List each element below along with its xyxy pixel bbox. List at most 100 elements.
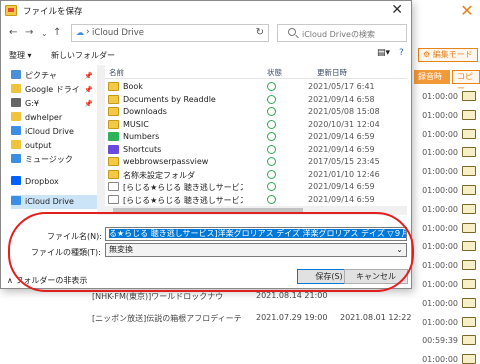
folder-icon bbox=[11, 126, 21, 135]
file-row[interactable]: Numbers 2021/09/14 6:59 bbox=[105, 131, 407, 144]
sidebar-item[interactable]: iCloud Drive bbox=[11, 195, 99, 209]
rec-time-cell: 01:00:00 bbox=[422, 110, 458, 120]
file-row[interactable]: 名称未設定フォルダ 2021/01/10 12:46 bbox=[105, 169, 407, 182]
sidebar-item[interactable]: iCloud Drive bbox=[11, 125, 99, 139]
sync-status-icon bbox=[267, 182, 276, 191]
folder-icon[interactable] bbox=[462, 279, 476, 289]
rec-time-cell: 01:00:00 bbox=[422, 261, 458, 271]
folder-icon[interactable] bbox=[462, 222, 476, 233]
chevron-down-icon[interactable]: ⌄ bbox=[41, 29, 48, 38]
folder-icon bbox=[11, 84, 21, 93]
sync-status-icon bbox=[267, 169, 276, 179]
highlight-annotation bbox=[8, 212, 414, 292]
file-date: 2021/09/14 6:59 bbox=[308, 144, 375, 154]
folder-icon[interactable] bbox=[462, 147, 476, 158]
rec-time-cell: 01:00:00 bbox=[422, 223, 458, 233]
pin-icon: 📌 bbox=[84, 72, 93, 80]
pin-icon: 📌 bbox=[84, 100, 93, 108]
address-bar[interactable]: ☁ › iCloud Drive ↻ bbox=[71, 24, 269, 42]
gear-icon: ⚙ bbox=[423, 50, 431, 59]
sidebar-item[interactable]: output bbox=[11, 139, 99, 153]
sync-status-icon bbox=[267, 144, 276, 154]
close-icon[interactable]: ✕ bbox=[391, 2, 403, 18]
folder-icon[interactable] bbox=[462, 109, 476, 120]
file-row[interactable]: MUSIC 2020/10/31 12:04 bbox=[105, 119, 407, 132]
folder-icon[interactable] bbox=[462, 297, 476, 308]
folder-icon[interactable] bbox=[462, 128, 476, 139]
folder-icon bbox=[11, 154, 21, 163]
organize-button[interactable]: 整理 ▾ bbox=[9, 50, 32, 61]
sidebar-item[interactable]: ミュージック bbox=[11, 153, 99, 167]
sync-status-icon bbox=[267, 82, 276, 91]
folder-icon[interactable] bbox=[462, 91, 476, 101]
folder-icon[interactable] bbox=[462, 166, 476, 177]
sidebar-item[interactable]: Dropbox bbox=[11, 175, 99, 189]
file-row[interactable]: Book 2021/05/17 6:41 bbox=[105, 81, 407, 94]
folder-icon[interactable] bbox=[462, 185, 476, 195]
search-input[interactable]: iCloud Driveの検索 bbox=[277, 24, 407, 42]
sidebar-item[interactable]: dwhelper bbox=[11, 111, 99, 125]
refresh-icon[interactable]: ↻ bbox=[256, 27, 264, 38]
sidebar-item[interactable]: Google ドライ 📌 bbox=[11, 83, 99, 97]
file-name: Documents by Readdle bbox=[123, 94, 216, 104]
up-icon[interactable]: ↑ bbox=[53, 27, 61, 38]
file-name: Downloads bbox=[123, 107, 167, 116]
file-row[interactable]: webbrowserpassview 2017/05/15 23:45 bbox=[105, 156, 407, 169]
new-folder-button[interactable]: 新しいフォルダー bbox=[51, 50, 115, 61]
collapse-icon: ∧ bbox=[7, 276, 13, 285]
column-modified[interactable]: 更新日時 bbox=[317, 67, 347, 78]
column-name[interactable]: 名前 bbox=[109, 67, 124, 78]
sync-status-icon bbox=[267, 119, 276, 129]
file-row[interactable]: [らじる★らじる 聴き逃しサービス]ワールドロック... 2021/09/14 6… bbox=[105, 181, 407, 194]
sync-status-icon bbox=[267, 94, 276, 104]
app-icon bbox=[5, 5, 17, 16]
file-row[interactable]: Documents by Readdle 2021/09/14 6:58 bbox=[105, 94, 407, 107]
chevron-right-icon: › bbox=[86, 27, 90, 37]
sidebar-item-label: dwhelper bbox=[25, 113, 63, 122]
sidebar-item-label: iCloud Drive bbox=[25, 197, 74, 206]
sidebar-item-label: iCloud Drive bbox=[25, 127, 74, 136]
folder-icon bbox=[108, 94, 119, 104]
copy-button[interactable]: コピー bbox=[452, 70, 480, 93]
rec-time-cell: 01:00:00 bbox=[422, 204, 458, 214]
view-icon[interactable]: ▤▾ bbox=[377, 48, 390, 58]
file-name: [らじる★らじる 聴き逃しサービス]ワールドロック... bbox=[123, 183, 243, 192]
sidebar-item-label: ミュージック bbox=[25, 155, 73, 164]
cloud-icon: ☁ bbox=[76, 28, 84, 37]
help-icon[interactable]: ? bbox=[399, 48, 404, 58]
sidebar-item-label: Google ドライ bbox=[25, 85, 80, 94]
column-header: 名前 状態 更新日時 bbox=[105, 65, 407, 79]
forward-icon[interactable]: → bbox=[25, 27, 33, 38]
folder-icon bbox=[108, 157, 119, 166]
rec-time-cell: 01:00:00 bbox=[422, 186, 458, 195]
file-name: MUSIC bbox=[123, 119, 149, 129]
folder-icon[interactable] bbox=[462, 354, 476, 364]
app-close-icon[interactable]: ✕ bbox=[458, 2, 476, 20]
edit-mode-button[interactable]: ⚙ 編集モード bbox=[418, 48, 478, 62]
file-date: 2021/01/10 12:46 bbox=[308, 169, 380, 179]
folder-icon bbox=[11, 176, 21, 185]
folder-icon[interactable] bbox=[462, 335, 476, 346]
folder-icon[interactable] bbox=[462, 241, 476, 252]
file-row[interactable]: Downloads 2021/05/08 15:08 bbox=[105, 106, 407, 119]
file-date: 2021/05/17 6:41 bbox=[308, 82, 375, 91]
folder-icon bbox=[108, 82, 119, 91]
sidebar-item[interactable]: ピクチャ 📌 bbox=[11, 69, 99, 83]
back-icon[interactable]: ← bbox=[9, 27, 17, 38]
sync-status-icon bbox=[267, 194, 276, 204]
sidebar-item[interactable]: G:¥ 📌 bbox=[11, 97, 99, 111]
file-row[interactable]: [らじる★らじる 聴き逃しサービス]洋楽グロリア... 2021/09/14 6:… bbox=[105, 194, 407, 207]
sidebar-scrollbar[interactable] bbox=[97, 65, 105, 215]
file-date: 2021/09/14 6:59 bbox=[308, 194, 375, 204]
folder-icon[interactable] bbox=[462, 203, 476, 214]
file-date: 2021/09/14 6:58 bbox=[308, 94, 375, 104]
folder-icon[interactable] bbox=[462, 316, 476, 327]
bg-row-end: 2021.08.01 12:22 bbox=[340, 313, 412, 322]
file-name: webbrowserpassview bbox=[123, 157, 209, 166]
app-icon bbox=[108, 132, 119, 141]
column-status[interactable]: 状態 bbox=[267, 67, 282, 78]
file-row[interactable]: Shortcuts 2021/09/14 6:59 bbox=[105, 144, 407, 157]
folder-icon[interactable] bbox=[462, 260, 476, 271]
command-bar: 整理 ▾ 新しいフォルダー ▤▾ ? bbox=[1, 45, 411, 65]
sidebar-item-label: Dropbox bbox=[25, 177, 59, 186]
